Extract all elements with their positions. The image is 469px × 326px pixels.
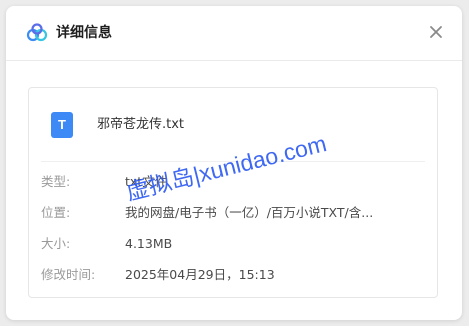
file-details-dialog: 详细信息 T 邪帝苍龙传.txt 类型: txt文件 位置: 我的网盘/电子书（… (6, 6, 462, 320)
file-name: 邪帝苍龙传.txt (97, 117, 185, 132)
modified-time-label: 修改时间: (41, 267, 96, 282)
modified-time-value: 2025年04月29日，15:13 (125, 267, 275, 282)
size-value: 4.13MB (125, 236, 173, 251)
dialog-header: 详细信息 (6, 6, 462, 61)
location-value[interactable]: 我的网盘/电子书（一亿）/百万小说TXT/含... (125, 204, 373, 222)
size-label: 大小: (41, 236, 71, 251)
dialog-title: 详细信息 (56, 25, 112, 41)
cloud-logo-icon (26, 23, 48, 42)
close-icon[interactable] (424, 20, 448, 44)
divider (41, 161, 425, 162)
type-value: txt文件 (125, 174, 168, 189)
details-card: T 邪帝苍龙传.txt 类型: txt文件 位置: 我的网盘/电子书（一亿）/百… (28, 87, 438, 298)
location-label: 位置: (41, 205, 71, 220)
txt-file-icon: T (51, 112, 73, 138)
type-label: 类型: (41, 174, 71, 189)
